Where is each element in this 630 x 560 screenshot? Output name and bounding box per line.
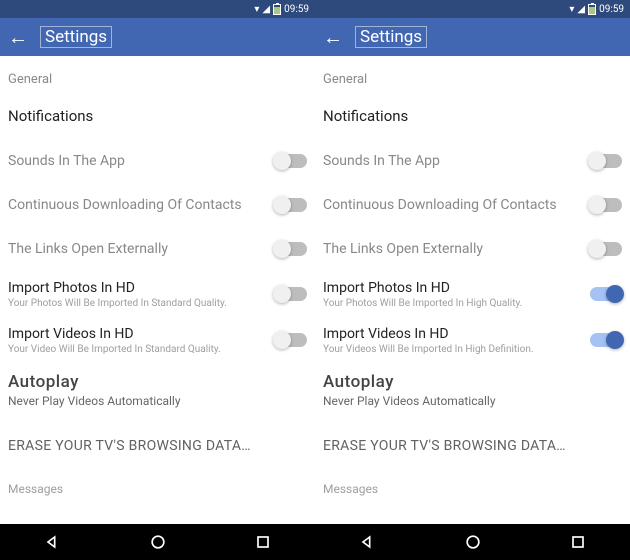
videos-toggle[interactable] — [590, 333, 622, 347]
autoplay-row[interactable]: Autoplay Never Play Videos Automatically — [8, 363, 307, 416]
sounds-row[interactable]: Sounds In The App — [323, 139, 622, 183]
contacts-label: Continuous Downloading Of Contacts — [8, 196, 267, 214]
videos-toggle[interactable] — [275, 333, 307, 347]
phone-right: ▾ ◢ 09:59 ← Settings General Notificatio… — [315, 0, 630, 524]
header-title: Settings — [355, 26, 427, 48]
links-toggle[interactable] — [590, 242, 622, 256]
videos-sub: Your Videos Will Be Imported In High Def… — [323, 344, 582, 355]
android-nav-bar — [0, 524, 630, 560]
links-row[interactable]: The Links Open Externally — [8, 227, 307, 271]
wifi-icon: ▾ — [569, 4, 574, 15]
photos-sub: Your Photos Will Be Imported In Standard… — [8, 298, 267, 309]
nav-back-button[interactable] — [13, 524, 93, 560]
erase-data-row[interactable]: ERASE YOUR TV'S BROWSING DATA… — [323, 416, 622, 472]
nav-recent-button[interactable] — [223, 524, 303, 560]
links-toggle[interactable] — [275, 242, 307, 256]
contacts-row[interactable]: Continuous Downloading Of Contacts — [323, 183, 622, 227]
signal-icon: ◢ — [577, 4, 585, 15]
back-button[interactable]: ← — [323, 25, 343, 50]
videos-row[interactable]: Import Videos In HD Your Video Will Be I… — [8, 317, 307, 363]
photos-row[interactable]: Import Photos In HD Your Photos Will Be … — [8, 271, 307, 317]
nav-recent-button-2[interactable] — [538, 524, 618, 560]
signal-icon: ◢ — [262, 4, 270, 15]
nav-back-button-2[interactable] — [328, 524, 408, 560]
back-button[interactable]: ← — [8, 25, 28, 50]
sounds-row[interactable]: Sounds In The App — [8, 139, 307, 183]
notifications-row[interactable]: Notifications — [8, 93, 307, 139]
contacts-toggle[interactable] — [590, 198, 622, 212]
phone-left: ▾ ◢ 09:59 ← Settings General Notificatio… — [0, 0, 315, 524]
messages-row[interactable]: Messages — [323, 472, 622, 506]
section-general: General — [8, 56, 307, 93]
status-bar: ▾ ◢ 09:59 — [0, 0, 315, 18]
sounds-label: Sounds In The App — [8, 152, 267, 170]
status-time: 09:59 — [284, 4, 309, 15]
section-general: General — [323, 56, 622, 93]
videos-sub: Your Video Will Be Imported In Standard … — [8, 344, 267, 355]
nav-home-button[interactable] — [118, 524, 198, 560]
photos-row[interactable]: Import Photos In HD Your Photos Will Be … — [323, 271, 622, 317]
sounds-toggle[interactable] — [590, 154, 622, 168]
links-label: The Links Open Externally — [8, 240, 267, 258]
app-header: ← Settings — [315, 18, 630, 56]
photos-toggle[interactable] — [275, 287, 307, 301]
contacts-toggle[interactable] — [275, 198, 307, 212]
battery-icon — [588, 4, 596, 15]
contacts-label: Continuous Downloading Of Contacts — [323, 196, 582, 214]
contacts-row[interactable]: Continuous Downloading Of Contacts — [8, 183, 307, 227]
wifi-icon: ▾ — [254, 4, 259, 15]
erase-data-row[interactable]: ERASE YOUR TV'S BROWSING DATA… — [8, 416, 307, 472]
photos-sub: Your Photos Will Be Imported In High Qua… — [323, 298, 582, 309]
header-title: Settings — [40, 26, 112, 48]
autoplay-row[interactable]: Autoplay Never Play Videos Automatically — [323, 363, 622, 416]
photos-label: Import Photos In HD — [323, 279, 582, 297]
sounds-toggle[interactable] — [275, 154, 307, 168]
videos-label: Import Videos In HD — [323, 325, 582, 343]
photos-toggle[interactable] — [590, 287, 622, 301]
status-time: 09:59 — [599, 4, 624, 15]
app-header: ← Settings — [0, 18, 315, 56]
autoplay-sub: Never Play Videos Automatically — [323, 394, 622, 408]
nav-home-button-2[interactable] — [433, 524, 513, 560]
links-label: The Links Open Externally — [323, 240, 582, 258]
notifications-row[interactable]: Notifications — [323, 93, 622, 139]
photos-label: Import Photos In HD — [8, 279, 267, 297]
status-bar: ▾ ◢ 09:59 — [315, 0, 630, 18]
battery-icon — [273, 4, 281, 15]
autoplay-sub: Never Play Videos Automatically — [8, 394, 307, 408]
videos-row[interactable]: Import Videos In HD Your Videos Will Be … — [323, 317, 622, 363]
autoplay-label: Autoplay — [323, 371, 622, 393]
links-row[interactable]: The Links Open Externally — [323, 227, 622, 271]
messages-row[interactable]: Messages — [8, 472, 307, 506]
autoplay-label: Autoplay — [8, 371, 307, 393]
videos-label: Import Videos In HD — [8, 325, 267, 343]
sounds-label: Sounds In The App — [323, 152, 582, 170]
